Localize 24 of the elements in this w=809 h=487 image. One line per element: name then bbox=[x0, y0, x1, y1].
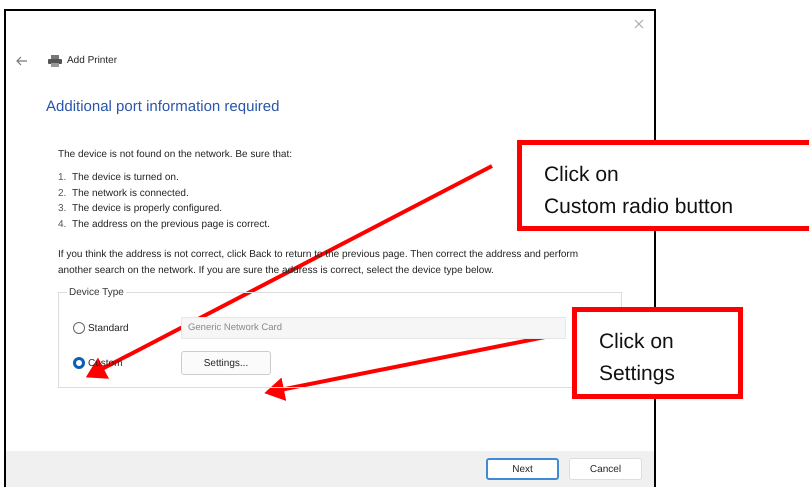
list-item-text: The network is connected. bbox=[72, 186, 189, 200]
callout-text: Custom radio button bbox=[544, 194, 734, 220]
settings-button[interactable]: Settings... bbox=[181, 351, 271, 375]
back-arrow-icon[interactable] bbox=[16, 56, 28, 66]
intro-text: The device is not found on the network. Be sure that: bbox=[58, 148, 294, 162]
radio-button[interactable] bbox=[73, 357, 85, 369]
list-item-text: The device is properly configured. bbox=[72, 202, 222, 216]
list-number: 2. bbox=[58, 186, 68, 200]
window-title: Add Printer bbox=[67, 54, 118, 68]
list-item-text: The device is turned on. bbox=[72, 171, 179, 185]
group-label: Device Type bbox=[67, 285, 126, 300]
cancel-button[interactable]: Cancel bbox=[569, 458, 642, 480]
list-number: 1. bbox=[58, 171, 68, 185]
callout-text: Click on bbox=[599, 329, 675, 355]
list-number: 3. bbox=[58, 202, 68, 216]
list-number: 4. bbox=[58, 218, 68, 232]
page-heading: Additional port information required bbox=[46, 97, 280, 117]
radio-button[interactable] bbox=[73, 322, 85, 334]
radio-label: Standard bbox=[88, 322, 129, 336]
list-item-text: The address on the previous page is correct. bbox=[72, 218, 270, 232]
callout-text: Settings bbox=[599, 361, 676, 387]
printer-icon bbox=[48, 54, 62, 66]
next-button[interactable]: Next bbox=[486, 458, 559, 480]
callout-text: Click on bbox=[544, 162, 620, 188]
